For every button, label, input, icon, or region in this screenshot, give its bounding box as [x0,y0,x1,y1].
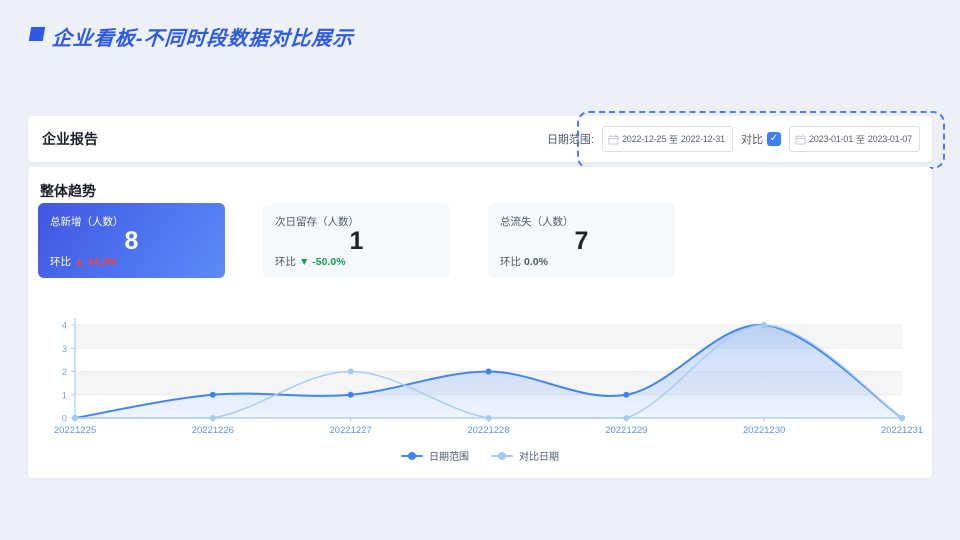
trend-panel-title: 整体趋势 [40,183,96,199]
stat-card-total-new[interactable]: 总新增（人数） 8 环比 ▲ 14.3% [38,203,225,278]
calendar-icon [608,134,619,145]
compare-end-date: 2023-01-07 [867,134,912,144]
svg-text:3: 3 [62,344,67,355]
report-panel-title: 企业报告 [42,131,98,147]
legend-marker-icon [491,451,513,460]
card-delta: 环比 0.0% [500,256,548,268]
svg-text:2: 2 [62,367,67,378]
date-range-input[interactable]: 2022-12-25 至 2022-12-31 [602,126,733,152]
svg-text:20221228: 20221228 [467,425,509,436]
compare-range-input[interactable]: 2023-01-01 至 2023-01-07 [789,126,920,152]
range-end-date: 2022-12-31 [680,134,725,144]
page-title: 企业看板-不同时段数据对比展示 [28,22,355,51]
dashboard-page: 企业看板-不同时段数据对比展示 企业报告 日期范围: 2022-12-25 至 … [0,0,960,540]
svg-text:20221226: 20221226 [192,425,234,436]
calendar-icon [795,134,806,145]
compare-checkbox[interactable]: ✓ [767,132,781,146]
card-delta-value: 0.0% [524,256,548,268]
svg-text:0: 0 [62,414,67,425]
card-delta: 环比 ▲ 14.3% [50,256,118,268]
svg-text:20221231: 20221231 [881,425,923,436]
card-delta: 环比 ▼ -50.0% [275,256,346,268]
stat-cards: 总新增（人数） 8 环比 ▲ 14.3% 次日留存（人数） 1 环比 ▼ -50.0… [38,203,675,278]
legend-label: 对比日期 [519,452,559,463]
compare-start-date: 2023-01-01 [809,134,854,144]
trend-line-chart[interactable]: 0 1 2 3 4 20221225 20221226 20221227 20221228 202… [28,307,932,442]
legend-marker-icon [401,451,423,460]
page-title-text: 企业看板-不同时段数据对比展示 [51,28,355,50]
card-value: 7 [574,227,589,255]
report-header-panel: 企业报告 日期范围: 2022-12-25 至 2022-12-31 对比 ✓ … [28,116,932,162]
title-square-icon [28,27,46,41]
stat-card-total-churn[interactable]: 总流失（人数） 7 环比 0.0% [488,203,675,278]
range-to-label: 至 [669,134,678,145]
legend-label: 日期范围 [429,452,469,463]
trend-panel: 整体趋势 总新增（人数） 8 环比 ▲ 14.3% 次日留存（人数） 1 环比 ▼ … [28,167,932,478]
svg-text:1: 1 [62,390,67,401]
card-delta-value: ▼ -50.0% [299,256,346,268]
card-value: 1 [349,227,364,255]
svg-text:20221227: 20221227 [330,425,372,436]
compare-to-label: 至 [856,134,865,145]
legend-item-date-range[interactable]: 日期范围 [401,448,469,463]
svg-text:20221225: 20221225 [54,425,96,436]
svg-text:4: 4 [62,321,67,332]
stat-card-next-day-retention[interactable]: 次日留存（人数） 1 环比 ▼ -50.0% [263,203,450,278]
compare-toggle: 对比 ✓ [741,131,781,147]
compare-label: 对比 [741,134,763,146]
range-start-date: 2022-12-25 [622,134,667,144]
card-delta-value: ▲ 14.3% [74,256,118,268]
date-range-label: 日期范围: [546,134,594,146]
date-controls: 日期范围: 2022-12-25 至 2022-12-31 对比 ✓ 2023-… [547,116,920,162]
svg-text:20221230: 20221230 [743,425,785,436]
legend-item-compare-date[interactable]: 对比日期 [491,448,559,463]
svg-text:20221229: 20221229 [605,425,647,436]
card-value: 8 [124,227,139,255]
chart-legend: 日期范围 对比日期 [28,448,932,463]
